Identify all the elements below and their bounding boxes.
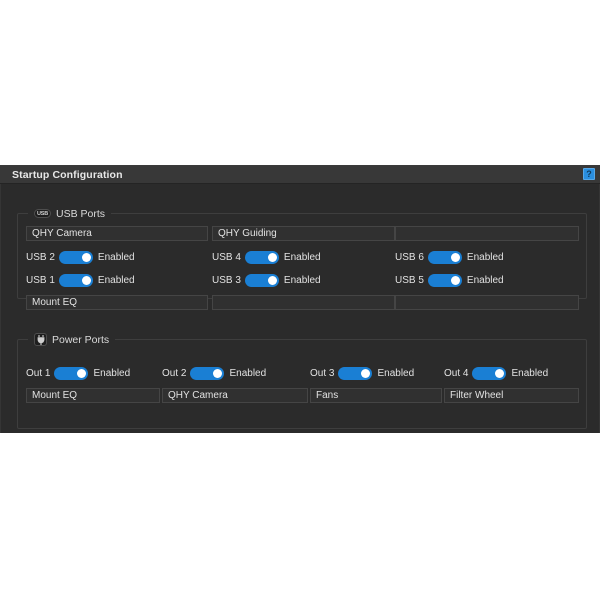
out-1-toggle-row[interactable]: Out 1 Enabled: [26, 366, 130, 380]
out-2-state: Enabled: [229, 367, 267, 379]
usb-ports-legend: USB USB Ports: [28, 206, 112, 221]
out-3-state: Enabled: [377, 367, 415, 379]
dialog-titlebar[interactable]: Startup Configuration ?: [0, 166, 600, 184]
usb-4-state: Enabled: [283, 251, 321, 263]
out-4-switch-knob: [495, 368, 505, 378]
out-4-toggle-row[interactable]: Out 4 Enabled: [444, 366, 548, 380]
usb-ports-group: USB USB Ports QHY Camera QHY Guiding USB…: [17, 206, 587, 310]
out-3-switch-knob: [361, 368, 371, 378]
out-3-label: Out 3: [310, 367, 335, 379]
out-3-toggle-row[interactable]: Out 3 Enabled: [310, 366, 414, 380]
power-ports-legend: Power Ports: [28, 332, 116, 347]
usb-top-field-2[interactable]: QHY Guiding: [212, 226, 395, 241]
out-3-switch[interactable]: [338, 366, 373, 380]
usb-2-switch-knob: [81, 252, 91, 262]
usb-3-state: Enabled: [283, 274, 321, 286]
usb-6-label: USB 6: [395, 251, 424, 263]
out-2-switch-knob: [213, 368, 223, 378]
usb-4-toggle-row[interactable]: USB 4 Enabled: [212, 250, 321, 264]
usb-5-toggle-row[interactable]: USB 5 Enabled: [395, 273, 504, 287]
usb-4-label: USB 4: [212, 251, 241, 263]
out-2-toggle-row[interactable]: Out 2 Enabled: [162, 366, 266, 380]
usb-5-switch[interactable]: [427, 273, 462, 287]
usb-3-switch-knob: [267, 275, 277, 285]
usb-1-toggle-row[interactable]: USB 1 Enabled: [26, 273, 135, 287]
usb-5-label: USB 5: [395, 274, 424, 286]
usb-2-label: USB 2: [26, 251, 55, 263]
usb-1-switch[interactable]: [58, 273, 93, 287]
out-1-switch-knob: [77, 368, 87, 378]
help-question-icon[interactable]: ?: [583, 168, 595, 180]
usb-2-switch[interactable]: [58, 250, 93, 264]
power-field-3[interactable]: Fans: [310, 388, 442, 403]
power-field-1[interactable]: Mount EQ: [26, 388, 160, 403]
usb-3-toggle-row[interactable]: USB 3 Enabled: [212, 273, 321, 287]
usb-6-switch-knob: [450, 252, 460, 262]
usb-5-state: Enabled: [466, 274, 504, 286]
out-4-label: Out 4: [444, 367, 469, 379]
usb-1-switch-knob: [81, 275, 91, 285]
power-field-4[interactable]: Filter Wheel: [444, 388, 579, 403]
usb-bottom-field-2[interactable]: [212, 295, 395, 310]
usb-5-switch-knob: [450, 275, 460, 285]
dialog-body: USB USB Ports QHY Camera QHY Guiding USB…: [0, 184, 600, 433]
usb-icon: USB: [34, 209, 51, 218]
usb-top-field-3[interactable]: [395, 226, 579, 241]
out-2-label: Out 2: [162, 367, 187, 379]
usb-2-state: Enabled: [97, 251, 135, 263]
usb-3-switch[interactable]: [244, 273, 279, 287]
out-1-switch[interactable]: [54, 366, 89, 380]
out-1-state: Enabled: [93, 367, 131, 379]
usb-6-toggle-row[interactable]: USB 6 Enabled: [395, 250, 504, 264]
power-plug-icon: [34, 333, 47, 346]
power-ports-group: Power Ports Out 1 Enabled Out 2 Enabled …: [17, 332, 587, 429]
power-field-2[interactable]: QHY Camera: [162, 388, 308, 403]
usb-ports-label: USB Ports: [56, 207, 106, 220]
power-ports-label: Power Ports: [52, 333, 110, 346]
usb-4-switch-knob: [267, 252, 277, 262]
usb-2-toggle-row[interactable]: USB 2 Enabled: [26, 250, 135, 264]
usb-top-field-1[interactable]: QHY Camera: [26, 226, 208, 241]
usb-bottom-field-3[interactable]: [395, 295, 579, 310]
out-4-switch[interactable]: [472, 366, 507, 380]
usb-6-state: Enabled: [466, 251, 504, 263]
out-4-state: Enabled: [511, 367, 549, 379]
startup-configuration-dialog: Startup Configuration ? USB USB Ports QH…: [0, 165, 600, 433]
out-1-label: Out 1: [26, 367, 51, 379]
usb-1-state: Enabled: [97, 274, 135, 286]
out-2-switch[interactable]: [190, 366, 225, 380]
usb-1-label: USB 1: [26, 274, 55, 286]
dialog-title: Startup Configuration: [12, 168, 123, 181]
usb-4-switch[interactable]: [244, 250, 279, 264]
usb-bottom-field-1[interactable]: Mount EQ: [26, 295, 208, 310]
usb-3-label: USB 3: [212, 274, 241, 286]
usb-6-switch[interactable]: [427, 250, 462, 264]
